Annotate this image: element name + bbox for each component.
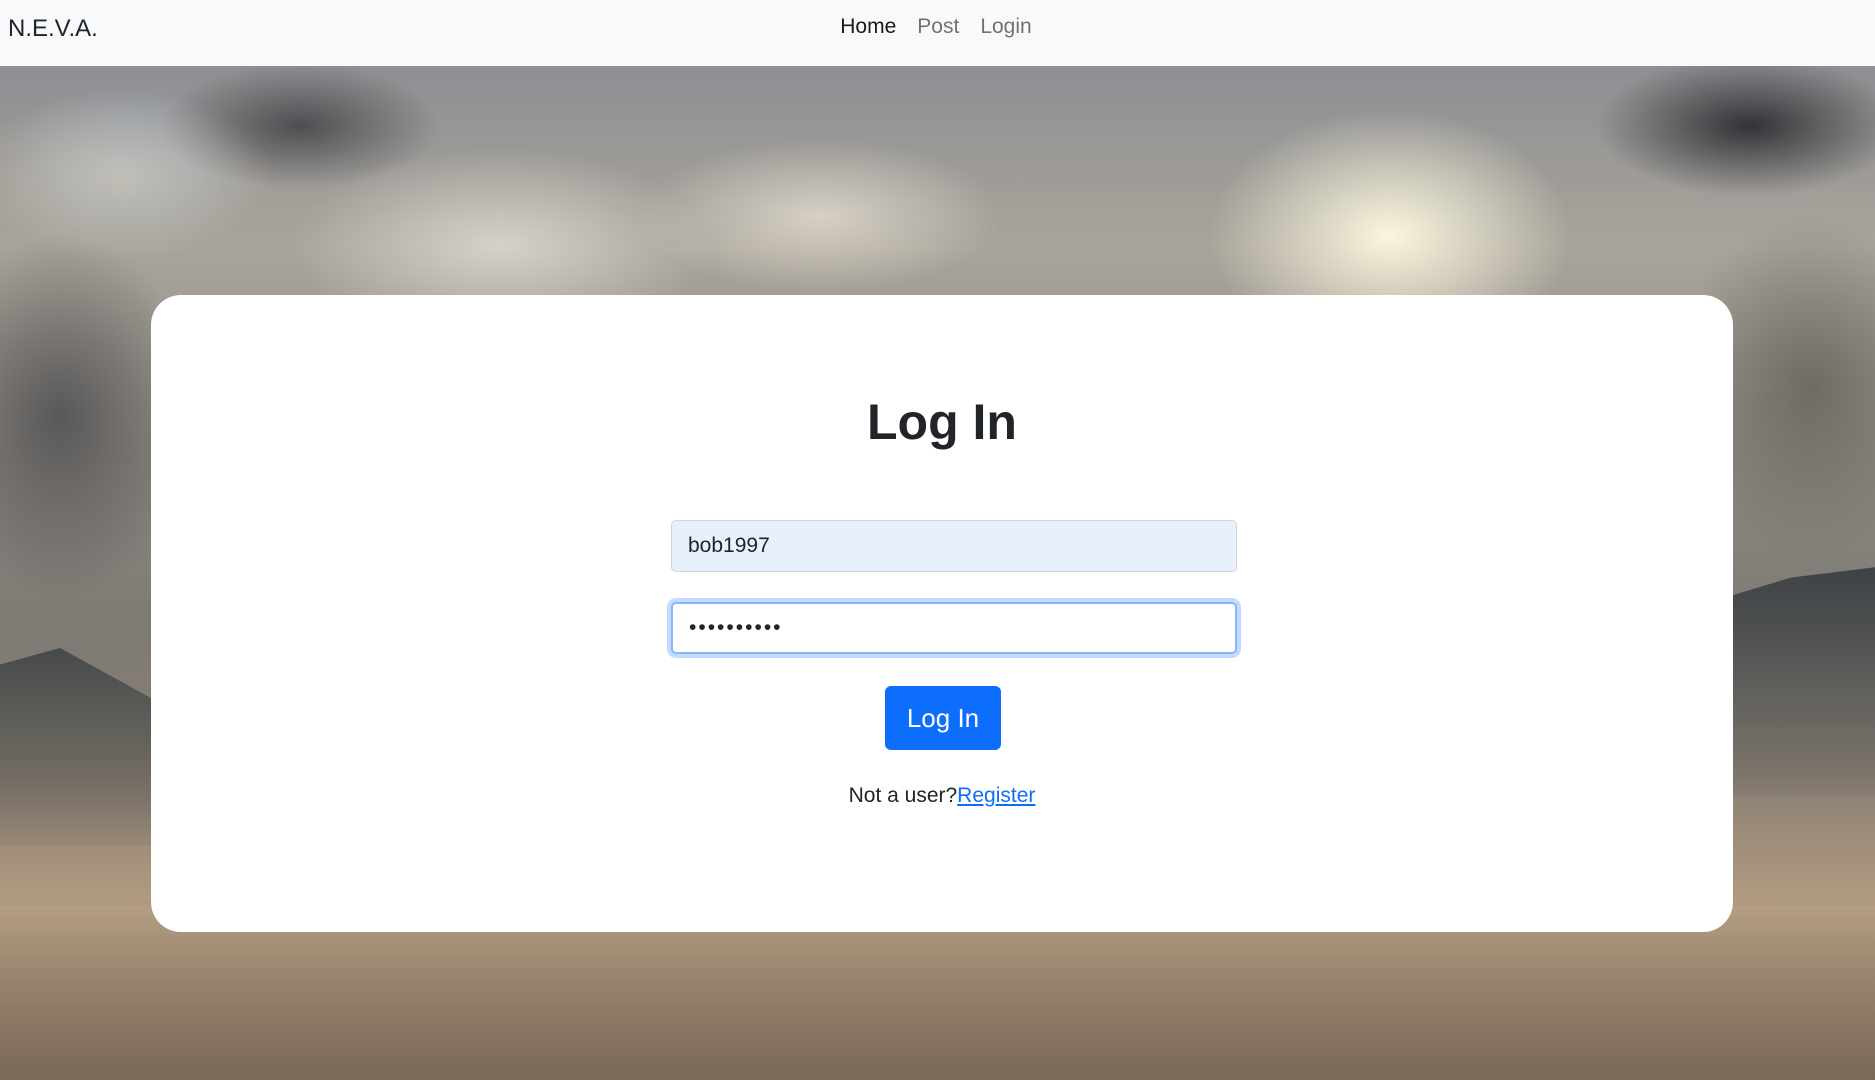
page-title: Log In	[867, 394, 1017, 450]
register-link[interactable]: Register	[957, 784, 1035, 807]
background-mountain-right	[1715, 566, 1875, 796]
nav-links: Home Post Login	[0, 15, 1875, 39]
password-field[interactable]	[671, 602, 1237, 654]
register-prompt-line: Not a user?Register	[151, 784, 1733, 808]
nav-link-home[interactable]: Home	[840, 15, 896, 39]
login-button[interactable]: Log In	[885, 686, 1001, 750]
background-fog	[0, 906, 1875, 1080]
login-card: Log In Log In Not a user?Register	[151, 295, 1733, 932]
navbar: N.E.V.A. Home Post Login	[0, 0, 1875, 66]
register-prompt-text: Not a user?	[848, 784, 958, 807]
username-field[interactable]	[671, 520, 1237, 572]
nav-link-post[interactable]: Post	[917, 15, 959, 39]
nav-link-login[interactable]: Login	[980, 15, 1031, 39]
